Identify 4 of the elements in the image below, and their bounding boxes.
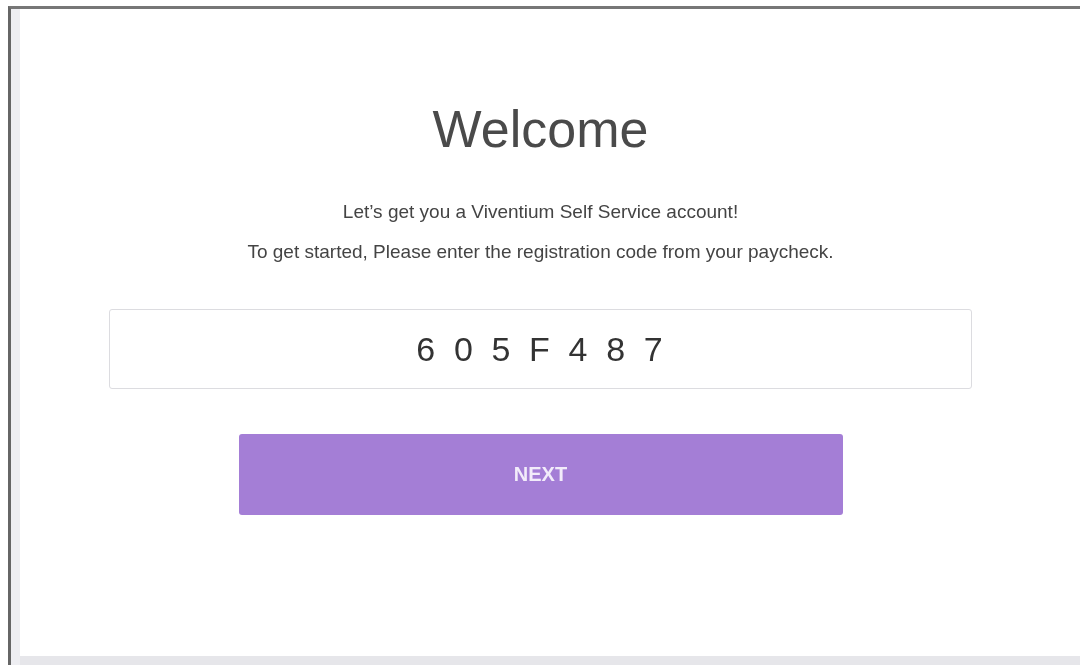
intro-text: To get started, Please enter the registration code from your paycheck.: [247, 240, 834, 264]
intro-text: Let’s get you a Viventium Self Service account!: [342, 200, 739, 224]
welcome-title: Welcome: [432, 99, 649, 160]
registration-code-field[interactable]: 605F487: [109, 309, 972, 389]
